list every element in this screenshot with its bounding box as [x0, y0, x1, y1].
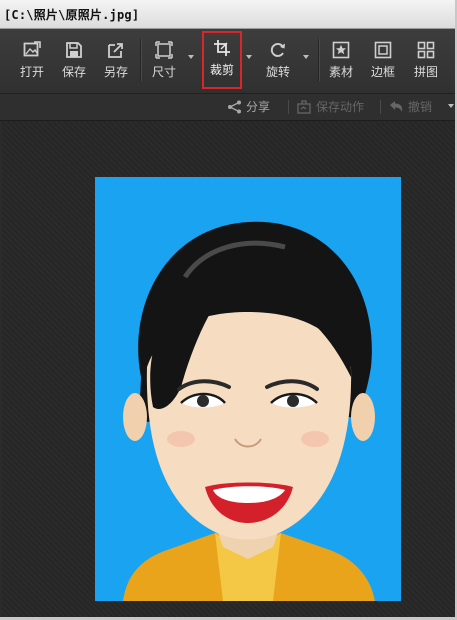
frame-icon [374, 41, 392, 59]
save-action-icon [297, 100, 311, 114]
resize-label: 尺寸 [151, 65, 176, 79]
save-as-label: 另存 [103, 65, 128, 79]
subtoolbar-divider [288, 100, 289, 114]
collage-label: 拼图 [413, 65, 438, 79]
save-as-icon [108, 43, 123, 58]
window-title: [C:\照片\原照片.jpg] [4, 8, 140, 22]
main-toolbar: 打开 保存 另存 尺寸 裁剪 旋转 素材 边框 拼图 [0, 29, 457, 94]
material-button[interactable]: 素材 [323, 33, 359, 89]
undo-dropdown-arrow[interactable] [447, 100, 455, 112]
material-icon [332, 41, 350, 59]
save-action-button[interactable]: 保存动作 [297, 99, 364, 115]
undo-button[interactable]: 撤销 [389, 99, 432, 115]
crop-dropdown-arrow[interactable] [245, 51, 253, 63]
toolbar-divider [318, 39, 320, 81]
save-as-button[interactable]: 另存 [98, 33, 134, 89]
crop-button[interactable]: 裁剪 [202, 31, 242, 89]
open-button[interactable]: 打开 [14, 33, 50, 89]
resize-dropdown-arrow[interactable] [187, 51, 195, 63]
save-label: 保存 [61, 65, 86, 79]
photo-preview[interactable] [95, 177, 401, 601]
frame-label: 边框 [370, 65, 395, 79]
rotate-button[interactable]: 旋转 [260, 33, 296, 89]
collage-button[interactable]: 拼图 [408, 33, 444, 89]
crop-label: 裁剪 [209, 63, 234, 77]
rotate-icon [270, 43, 285, 57]
collage-icon [417, 41, 435, 59]
undo-label: 撤销 [408, 100, 433, 114]
share-icon [228, 100, 241, 114]
share-label: 分享 [246, 100, 271, 114]
rotate-label: 旋转 [265, 65, 290, 79]
subtoolbar-divider [380, 100, 381, 114]
resize-button[interactable]: 尺寸 [146, 33, 182, 89]
open-label: 打开 [19, 65, 44, 79]
save-icon [66, 42, 82, 58]
save-action-label: 保存动作 [316, 100, 365, 114]
share-button[interactable]: 分享 [227, 99, 270, 115]
portrait-illustration [95, 177, 401, 601]
undo-icon [390, 101, 403, 112]
frame-button[interactable]: 边框 [365, 33, 401, 89]
resize-icon [155, 41, 173, 59]
crop-icon [214, 40, 230, 56]
rotate-dropdown-arrow[interactable] [302, 51, 310, 63]
save-button[interactable]: 保存 [56, 33, 92, 89]
material-label: 素材 [328, 65, 353, 79]
toolbar-divider [140, 39, 142, 81]
title-bar: [C:\照片\原照片.jpg] [0, 0, 457, 29]
secondary-toolbar: 分享 保存动作 撤销 [0, 94, 457, 121]
open-image-icon [23, 41, 41, 57]
